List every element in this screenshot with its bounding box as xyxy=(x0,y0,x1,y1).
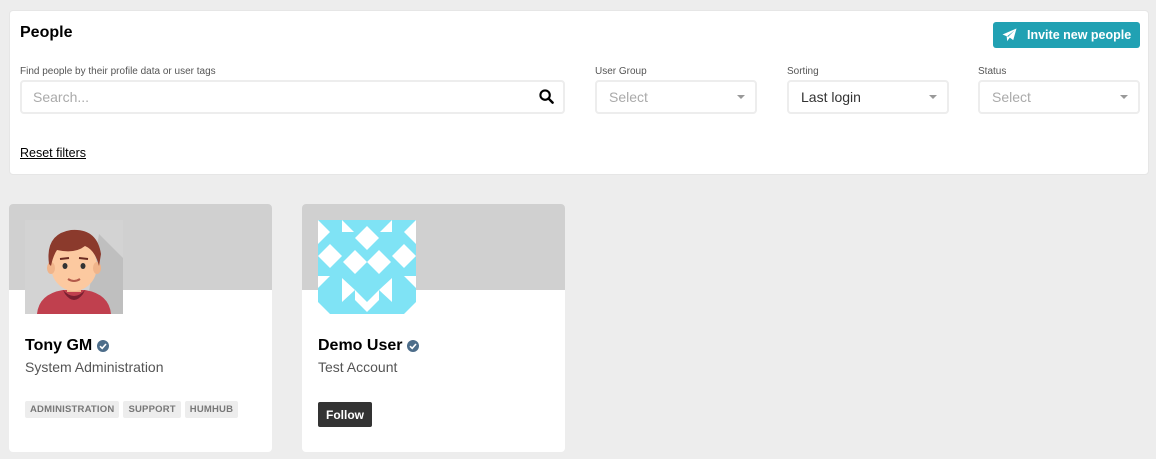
chevron-down-icon xyxy=(737,95,745,99)
verified-icon xyxy=(407,340,420,352)
page-title: People xyxy=(20,24,73,41)
status-select[interactable]: Select xyxy=(978,80,1140,114)
status-value: Select xyxy=(992,89,1031,105)
tag[interactable]: SUPPORT xyxy=(123,401,181,418)
user-group-label: User Group xyxy=(595,66,647,77)
sorting-value: Last login xyxy=(801,89,861,105)
paper-plane-icon xyxy=(1002,28,1017,42)
invite-button-label: Invite new people xyxy=(1027,28,1132,42)
invite-new-people-button[interactable]: Invite new people xyxy=(993,22,1140,48)
verified-icon xyxy=(97,340,110,352)
people-card[interactable]: Demo User Test Account Follow xyxy=(302,204,565,452)
tag[interactable]: ADMINISTRATION xyxy=(25,401,120,418)
card-name-text: Tony GM xyxy=(25,337,93,354)
chevron-down-icon xyxy=(929,95,937,99)
sorting-label: Sorting xyxy=(787,66,819,77)
follow-button[interactable]: Follow xyxy=(318,402,372,427)
people-card[interactable]: Tony GM System Administration ADMINISTRA… xyxy=(9,204,272,452)
search-field[interactable] xyxy=(20,80,565,114)
sorting-select[interactable]: Last login xyxy=(787,80,949,114)
reset-filters-link[interactable]: Reset filters xyxy=(20,146,86,160)
tag-list: ADMINISTRATION SUPPORT HUMHUB xyxy=(25,401,239,418)
status-label: Status xyxy=(978,66,1007,77)
people-filter-panel: People Invite new people Find people by … xyxy=(9,10,1149,175)
avatar[interactable] xyxy=(318,220,416,314)
card-name-text: Demo User xyxy=(318,337,403,354)
user-group-select[interactable]: Select xyxy=(595,80,757,114)
card-subtitle: Test Account xyxy=(318,359,398,375)
tag[interactable]: HUMHUB xyxy=(184,401,239,418)
user-group-value: Select xyxy=(609,89,648,105)
search-icon[interactable] xyxy=(539,89,554,104)
card-subtitle: System Administration xyxy=(25,359,164,375)
card-name[interactable]: Tony GM xyxy=(25,337,110,355)
search-label: Find people by their profile data or use… xyxy=(20,66,216,77)
avatar[interactable] xyxy=(25,220,123,314)
search-input[interactable] xyxy=(22,82,502,112)
chevron-down-icon xyxy=(1120,95,1128,99)
card-name[interactable]: Demo User xyxy=(318,337,420,355)
